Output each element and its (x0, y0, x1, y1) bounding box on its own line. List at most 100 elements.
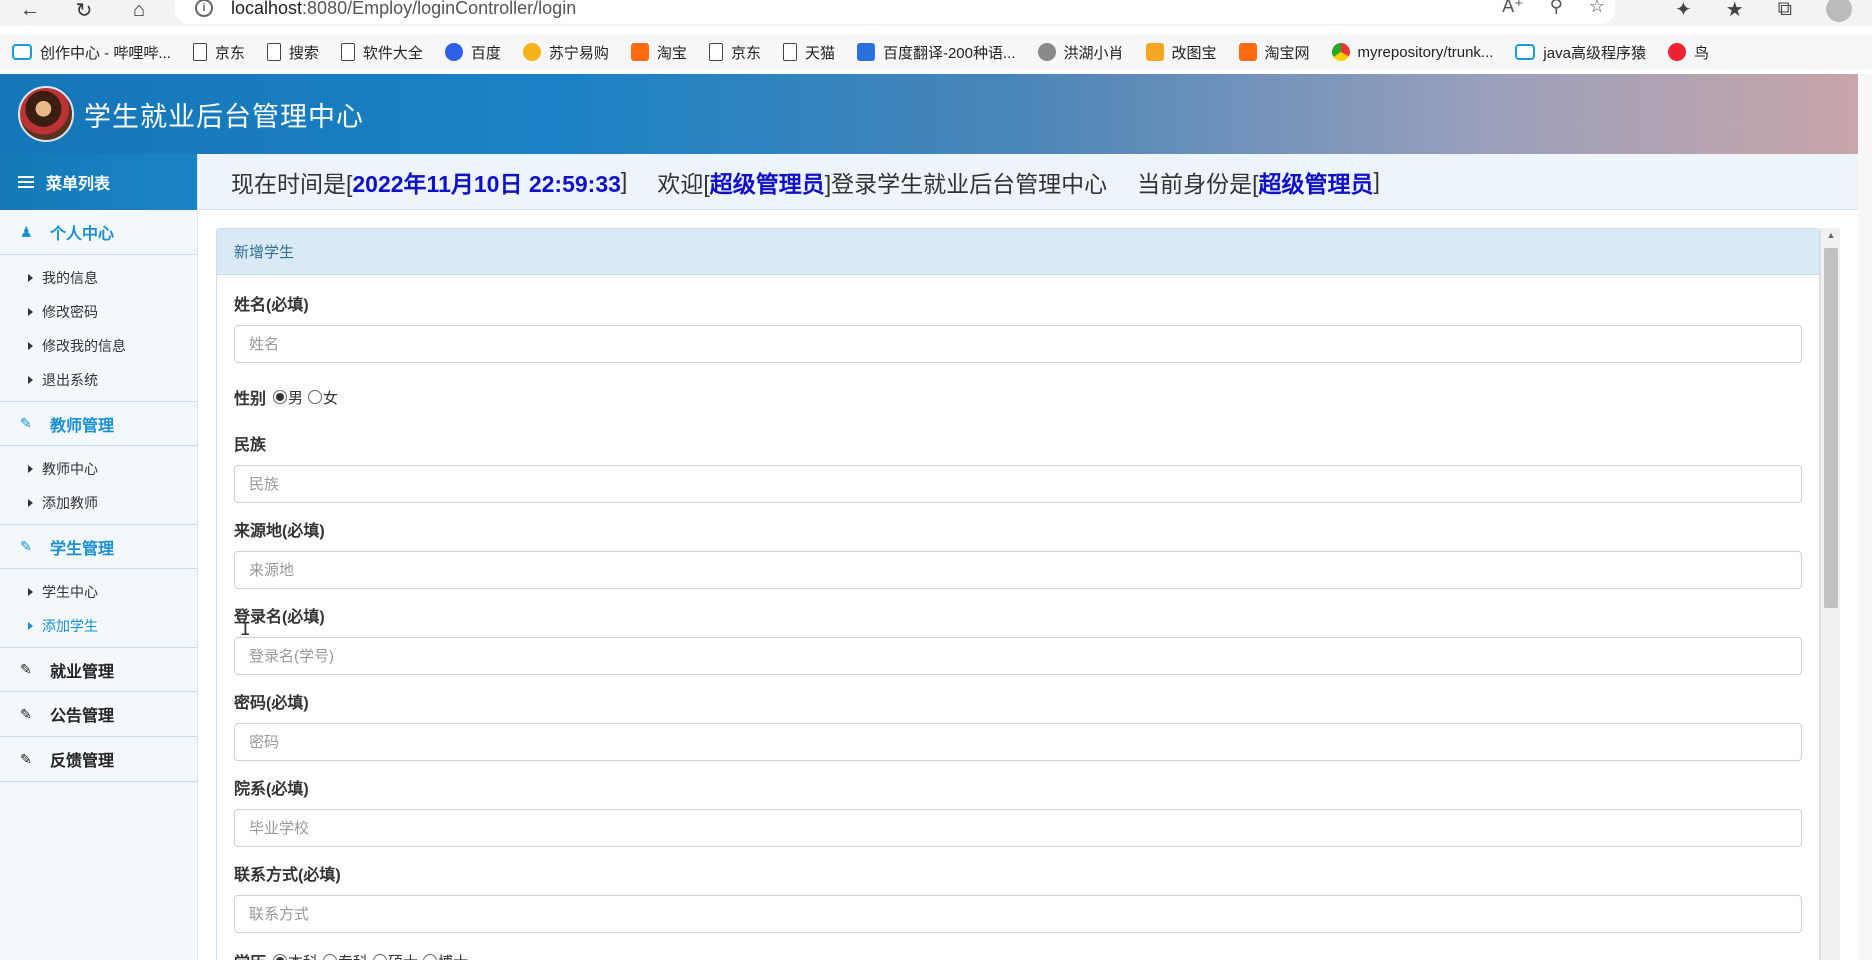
login-name-input[interactable] (234, 637, 1802, 675)
sidebar-item-label: 修改密码 (42, 304, 98, 320)
origin-input[interactable] (234, 551, 1802, 589)
bookmark-item[interactable]: 软件大全 (340, 42, 423, 63)
bookmark-item[interactable]: 百度翻译-200种语... (856, 42, 1016, 63)
gender-group: 性别 男 女 (234, 385, 1801, 409)
nation-input[interactable] (234, 465, 1802, 503)
hawk-icon (1037, 43, 1056, 61)
profile-icon[interactable] (1826, 0, 1852, 22)
bookmark-item[interactable]: 洪湖小肖 (1037, 42, 1124, 63)
menu-title: 菜单列表 (0, 154, 197, 210)
url-host: localhost (231, 0, 303, 18)
password-input[interactable] (234, 723, 1802, 761)
sidebar-item-add-student[interactable]: 添加学生 (0, 609, 197, 643)
caret-right-icon (28, 588, 33, 596)
department-input[interactable] (234, 809, 1802, 847)
panel-title: 新增学生 (217, 229, 1819, 275)
bookmark-label: 天猫 (804, 44, 835, 62)
edu-master-radio[interactable] (373, 954, 388, 960)
caret-right-icon (28, 342, 33, 350)
edit-icon: ✎ (20, 415, 32, 431)
menu-title-label: 菜单列表 (46, 176, 111, 193)
favorite-add-icon[interactable]: ☆ (1589, 0, 1605, 17)
sidebar-item-my-info[interactable]: 我的信息 (0, 261, 197, 295)
bookmark-item[interactable]: 创作中心 - 哔哩哔... (12, 42, 171, 63)
time-prefix: 现在时间是[ (231, 170, 353, 197)
scroll-thumb[interactable] (1824, 248, 1838, 608)
panel-scrollbar[interactable]: ▲ (1820, 228, 1840, 960)
sidebar-group-students[interactable]: ✎ 学生管理 (0, 524, 197, 569)
caret-right-icon (28, 622, 33, 630)
gender-female-label: 女 (323, 389, 339, 407)
bookmark-label: 搜索 (288, 44, 319, 62)
scroll-up-icon[interactable]: ▲ (1821, 228, 1841, 242)
sidebar-item-logout[interactable]: 退出系统 (0, 363, 197, 397)
sidebar-group-employment[interactable]: ✎ 就业管理 (0, 647, 197, 692)
favorites-icon[interactable]: ★ (1726, 0, 1744, 22)
bookmark-item[interactable]: 苏宁易购 (522, 42, 609, 63)
sub-list-students: 学生中心 添加学生 (0, 569, 197, 647)
url-path: :8080/Employ/loginController/login (302, 0, 577, 18)
back-icon[interactable]: ← (16, 0, 44, 22)
bookmark-item[interactable]: java高级程序猿 (1515, 42, 1646, 63)
menu-list-icon (18, 173, 34, 191)
page-scrollbar[interactable] (1858, 74, 1872, 960)
gender-male-radio[interactable] (273, 390, 288, 404)
edu-bachelor-radio[interactable] (273, 954, 288, 960)
bird-icon (1667, 43, 1686, 61)
caret-right-icon (28, 465, 33, 473)
read-aloud-icon[interactable]: A⁺ (1502, 0, 1524, 17)
sidebar-group-label: 公告管理 (50, 708, 115, 725)
bookmark-item[interactable]: 天猫 (782, 42, 835, 63)
info-icon[interactable]: i (195, 0, 213, 17)
gender-female-radio[interactable] (308, 390, 323, 404)
bookmark-item[interactable]: myrepository/trunk... (1331, 43, 1493, 61)
bookmark-item[interactable]: 京东 (708, 42, 761, 63)
suning-icon (522, 43, 541, 61)
sidebar-group-feedback[interactable]: ✎ 反馈管理 (0, 737, 197, 782)
address-bar[interactable]: i localhost:8080/Employ/loginController/… (175, 0, 1615, 24)
bookmark-item[interactable]: 鸟 (1667, 42, 1709, 63)
bookmark-item[interactable]: 改图宝 (1145, 42, 1217, 63)
sidebar-group-personal[interactable]: ♟ 个人中心 (0, 210, 197, 255)
page-icon (708, 43, 723, 61)
time-suffix: ] (620, 168, 628, 194)
sidebar-item-change-password[interactable]: 修改密码 (0, 295, 197, 329)
edu-doctor-label: 博士 (438, 951, 468, 960)
page-icon (266, 43, 281, 61)
bookmark-item[interactable]: 淘宝 (630, 42, 687, 63)
sidebar-group-label: 反馈管理 (50, 753, 115, 770)
extensions-icon[interactable]: ✦ (1675, 0, 1692, 22)
page-icon (782, 43, 797, 61)
bilibili-icon (1515, 44, 1536, 60)
bookmark-item[interactable]: 百度 (444, 42, 501, 63)
edu-master-label: 硕士 (388, 951, 418, 960)
bookmark-label: 京东 (730, 44, 761, 62)
gaitubao-icon (1145, 43, 1164, 61)
sidebar-group-announcements[interactable]: ✎ 公告管理 (0, 692, 197, 737)
sidebar-group-teachers[interactable]: ✎ 教师管理 (0, 401, 197, 446)
bookmark-item[interactable]: 京东 (192, 42, 245, 63)
home-icon[interactable]: ⌂ (125, 0, 153, 22)
bookmark-item[interactable]: 淘宝网 (1238, 42, 1310, 63)
edit-icon: ✎ (20, 750, 32, 767)
name-label: 姓名(必填) (234, 297, 309, 314)
refresh-icon[interactable]: ↻ (70, 0, 98, 22)
edu-college-radio[interactable] (323, 954, 338, 960)
sidebar-group-label: 就业管理 (50, 663, 115, 681)
contact-input[interactable] (234, 895, 1802, 933)
sidebar-item-teacher-center[interactable]: 教师中心 (0, 452, 197, 486)
zoom-out-icon[interactable]: ⚲ (1550, 0, 1563, 17)
collections-icon[interactable]: ⧉ (1778, 0, 1792, 21)
sidebar-group-label: 学生管理 (50, 540, 115, 558)
sidebar-item-student-center[interactable]: 学生中心 (0, 575, 197, 609)
sidebar-group-label: 个人中心 (50, 226, 115, 243)
sidebar-item-edit-my-info[interactable]: 修改我的信息 (0, 329, 197, 363)
bookmark-label: 软件大全 (362, 44, 423, 62)
bookmark-label: 鸟 (1693, 44, 1709, 62)
bookmark-label: 创作中心 - 哔哩哔... (40, 44, 171, 62)
bookmark-item[interactable]: 搜索 (266, 42, 319, 63)
edu-doctor-radio[interactable] (423, 954, 438, 960)
edu-bachelor-label: 本科 (288, 951, 318, 960)
name-input[interactable] (234, 325, 1802, 363)
sidebar-item-add-teacher[interactable]: 添加教师 (0, 486, 197, 520)
